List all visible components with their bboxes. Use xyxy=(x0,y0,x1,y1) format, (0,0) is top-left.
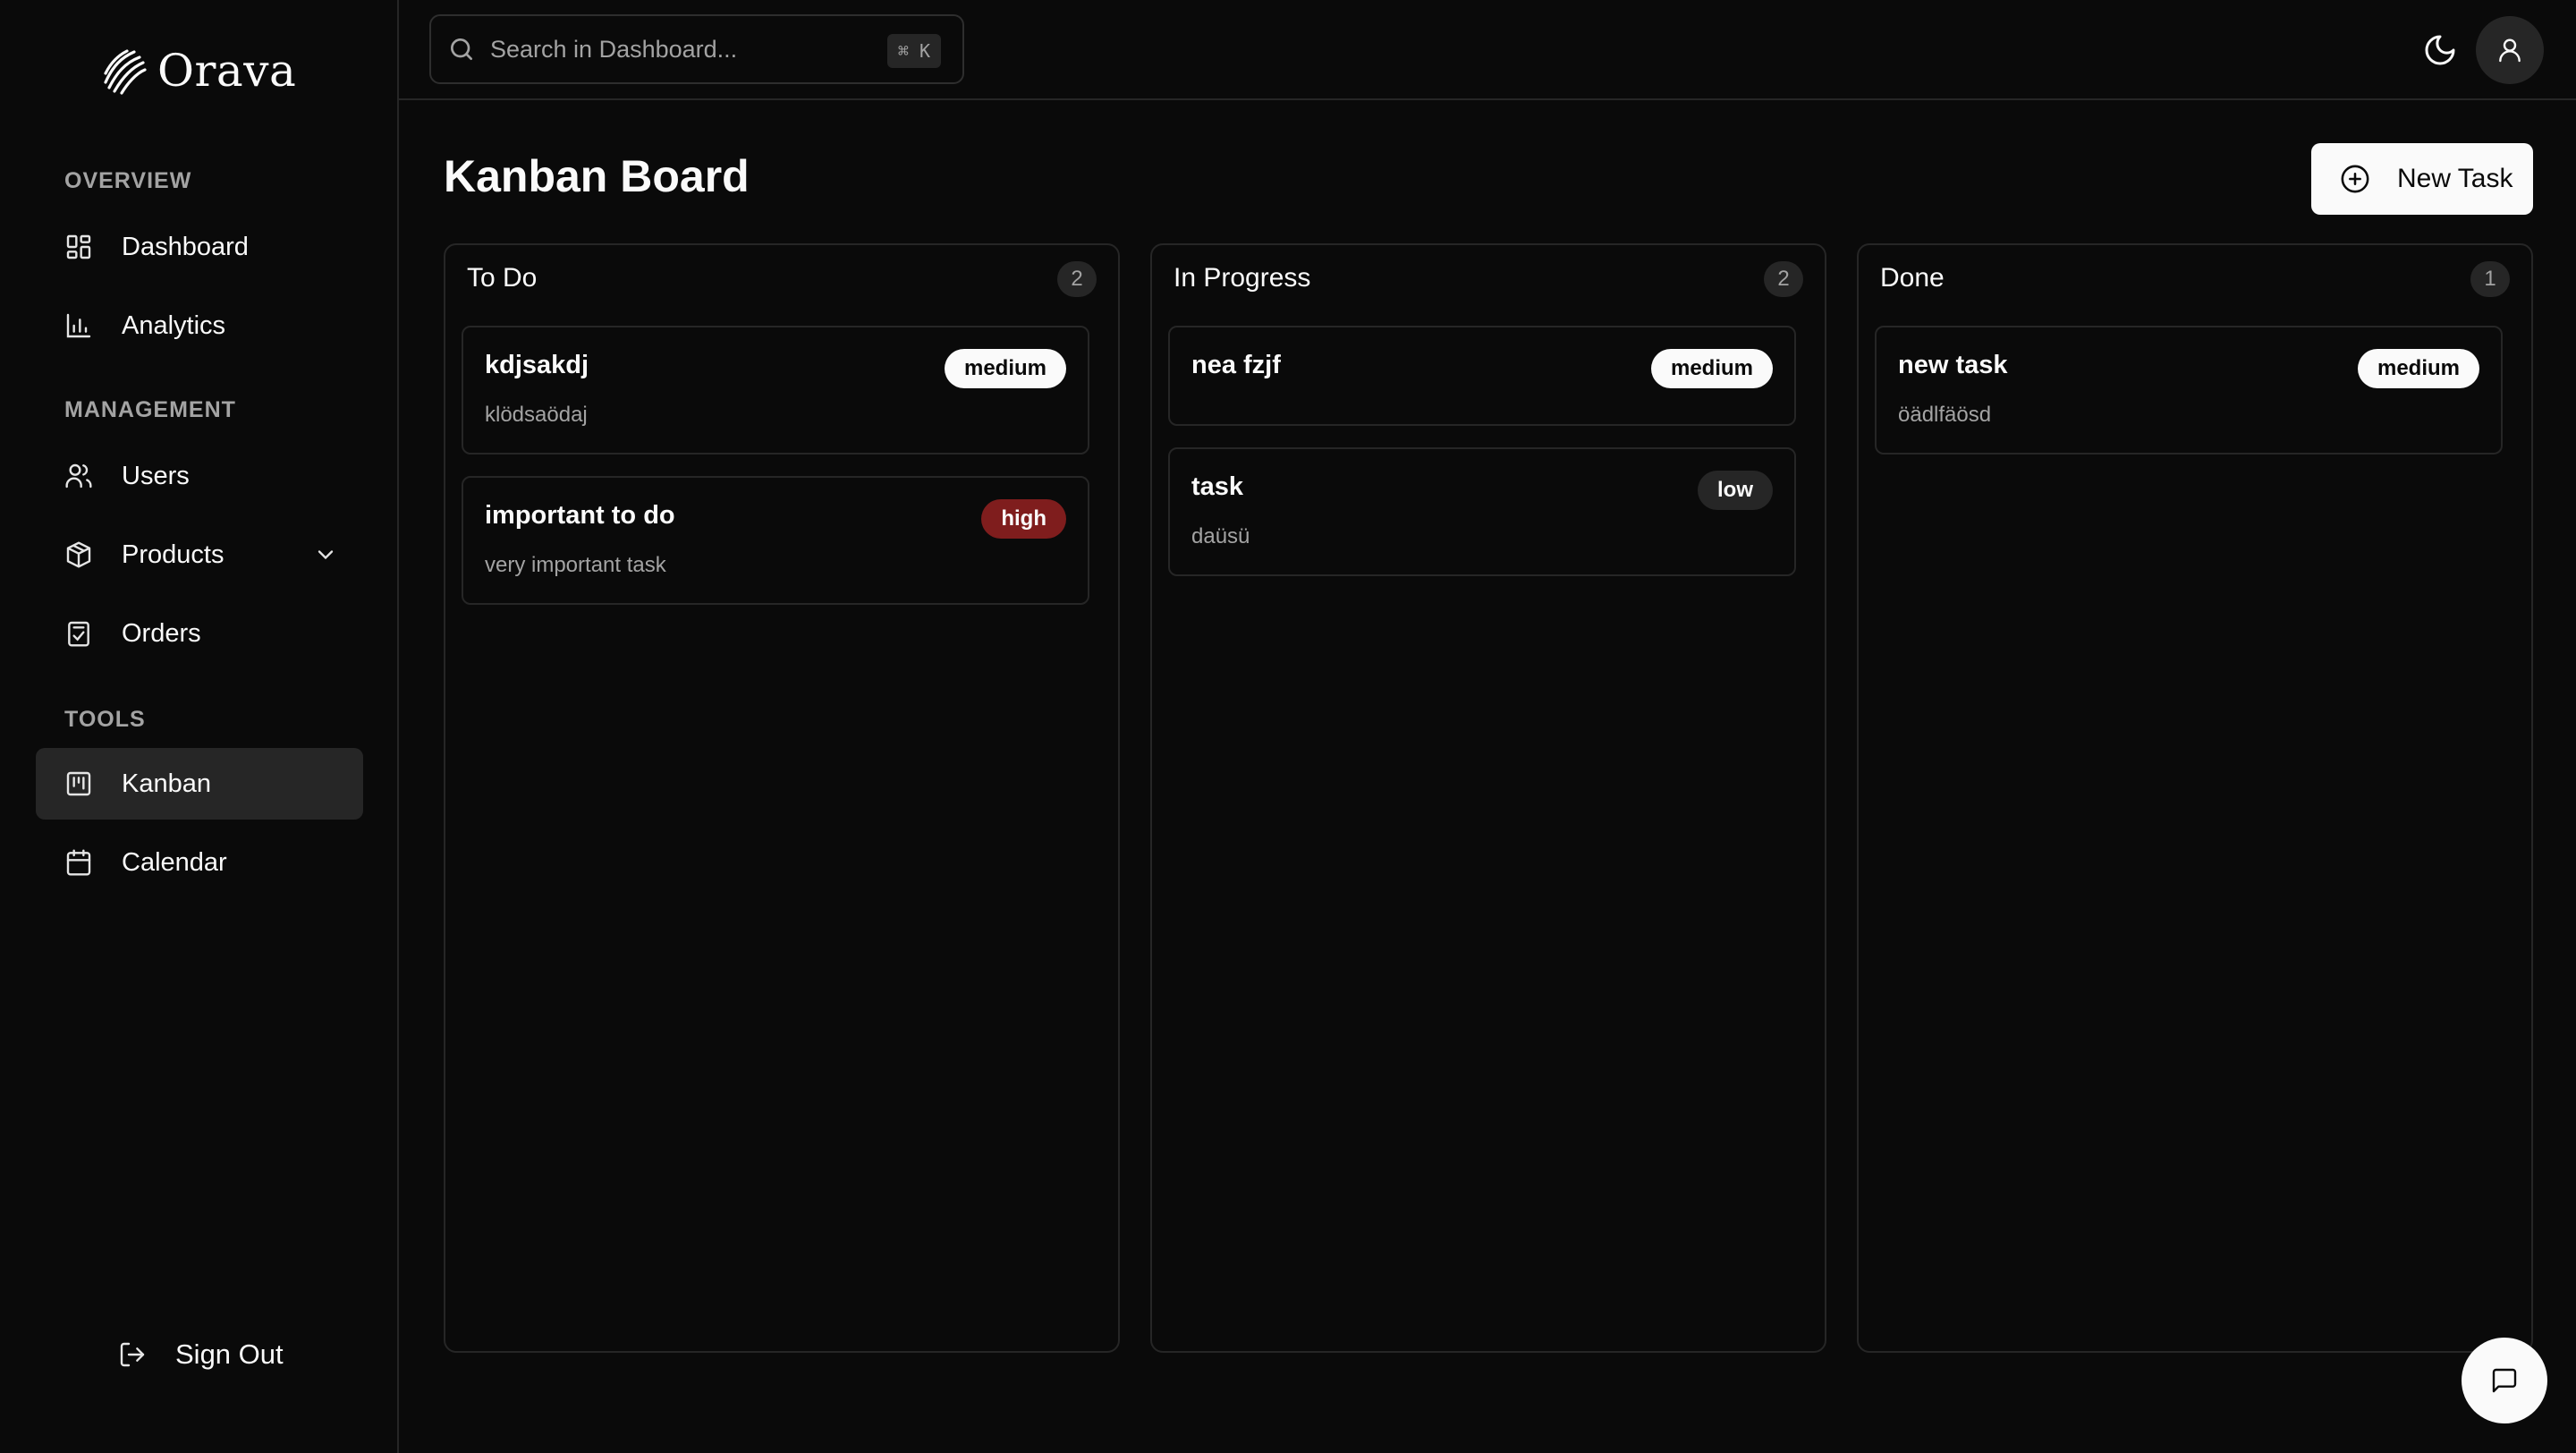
calendar-icon xyxy=(66,849,91,876)
task-description: very important task xyxy=(485,553,666,577)
task-description: klödsaödaj xyxy=(485,403,588,427)
task-title: nea fzjf xyxy=(1191,351,1281,379)
plus-circle-icon xyxy=(2341,165,2369,193)
priority-badge: medium xyxy=(2357,349,2479,388)
sidebar-item-label: Analytics xyxy=(122,310,226,340)
grid-icon xyxy=(66,234,91,259)
clipboard-check-icon xyxy=(68,621,89,647)
sidebar-item-label: Kanban xyxy=(122,769,211,798)
task-description: daüsü xyxy=(1191,524,1250,548)
chat-button[interactable] xyxy=(2462,1338,2547,1423)
kanban-column-todo: To Do 2 kdjsakdj klödsaödaj medium impor… xyxy=(444,243,1120,1353)
search-box[interactable]: ⌘ K xyxy=(429,14,964,84)
user-menu-button[interactable] xyxy=(2476,16,2544,84)
kanban-column-done: Done 1 new task öädlfäösd medium xyxy=(1857,243,2533,1353)
section-label-tools: TOOLS xyxy=(64,707,146,732)
sidebar-item-calendar[interactable]: Calendar xyxy=(36,827,363,898)
priority-badge: medium xyxy=(944,349,1066,388)
section-label-overview: OVERVIEW xyxy=(64,168,192,193)
bar-chart-icon xyxy=(66,313,91,338)
keyboard-shortcut-badge: ⌘ K xyxy=(886,34,941,68)
task-card[interactable]: important to do very important task high xyxy=(462,476,1089,605)
moon-icon xyxy=(2425,35,2455,65)
sidebar-item-kanban[interactable]: Kanban xyxy=(36,748,363,820)
sidebar-item-analytics[interactable]: Analytics xyxy=(36,290,363,361)
column-count-badge: 2 xyxy=(1057,261,1097,297)
priority-badge: high xyxy=(981,499,1066,539)
topbar: ⌘ K xyxy=(399,0,2576,100)
sidebar-item-orders[interactable]: Orders xyxy=(36,598,363,669)
sidebar: Orava OVERVIEW Dashboard Analytics MANAG… xyxy=(0,0,399,1453)
users-icon xyxy=(65,463,92,489)
sidebar-item-label: Orders xyxy=(122,618,201,648)
section-label-management: MANAGEMENT xyxy=(64,397,236,422)
column-count-badge: 1 xyxy=(2470,261,2510,297)
column-title: In Progress xyxy=(1174,263,1311,293)
chevron-down-icon[interactable] xyxy=(313,542,338,567)
sidebar-item-products[interactable]: Products xyxy=(36,519,363,591)
message-square-icon xyxy=(2492,1368,2517,1393)
theme-toggle-button[interactable] xyxy=(2422,32,2458,68)
new-task-button[interactable]: New Task xyxy=(2311,143,2533,215)
task-card[interactable]: nea fzjf medium xyxy=(1168,326,1796,426)
brand-name: Orava xyxy=(157,45,297,97)
task-title: important to do xyxy=(485,501,675,530)
sidebar-item-label: Calendar xyxy=(122,847,227,877)
task-title: kdjsakdj xyxy=(485,351,589,379)
priority-badge: medium xyxy=(1650,349,1773,388)
sign-out-label: Sign Out xyxy=(175,1338,284,1370)
sign-out-button[interactable]: Sign Out xyxy=(118,1338,284,1371)
task-title: task xyxy=(1191,472,1244,501)
kanban-icon xyxy=(66,771,91,796)
search-icon xyxy=(450,38,472,60)
column-title: To Do xyxy=(467,263,538,293)
sidebar-item-label: Products xyxy=(122,540,225,569)
column-title: Done xyxy=(1880,263,1945,293)
log-out-icon xyxy=(120,1342,145,1367)
task-card[interactable]: kdjsakdj klödsaödaj medium xyxy=(462,326,1089,455)
orava-logo-icon xyxy=(104,49,147,95)
sidebar-item-label: Users xyxy=(122,461,190,490)
priority-badge: low xyxy=(1698,471,1773,510)
brand-logo[interactable]: Orava xyxy=(100,45,296,97)
task-title: new task xyxy=(1898,351,2008,379)
column-count-badge: 2 xyxy=(1764,261,1803,297)
task-card[interactable]: new task öädlfäösd medium xyxy=(1875,326,2503,455)
sidebar-item-label: Dashboard xyxy=(122,232,249,261)
sidebar-item-dashboard[interactable]: Dashboard xyxy=(36,211,363,283)
page-title: Kanban Board xyxy=(444,151,750,201)
kanban-column-in-progress: In Progress 2 nea fzjf medium task daüsü… xyxy=(1150,243,1826,1353)
user-icon xyxy=(2499,38,2521,63)
search-input[interactable] xyxy=(488,34,868,64)
sidebar-item-users[interactable]: Users xyxy=(36,440,363,512)
task-description: öädlfäösd xyxy=(1898,403,1992,427)
package-icon xyxy=(66,541,91,568)
task-card[interactable]: task daüsü low xyxy=(1168,447,1796,576)
new-task-label: New Task xyxy=(2397,164,2513,193)
